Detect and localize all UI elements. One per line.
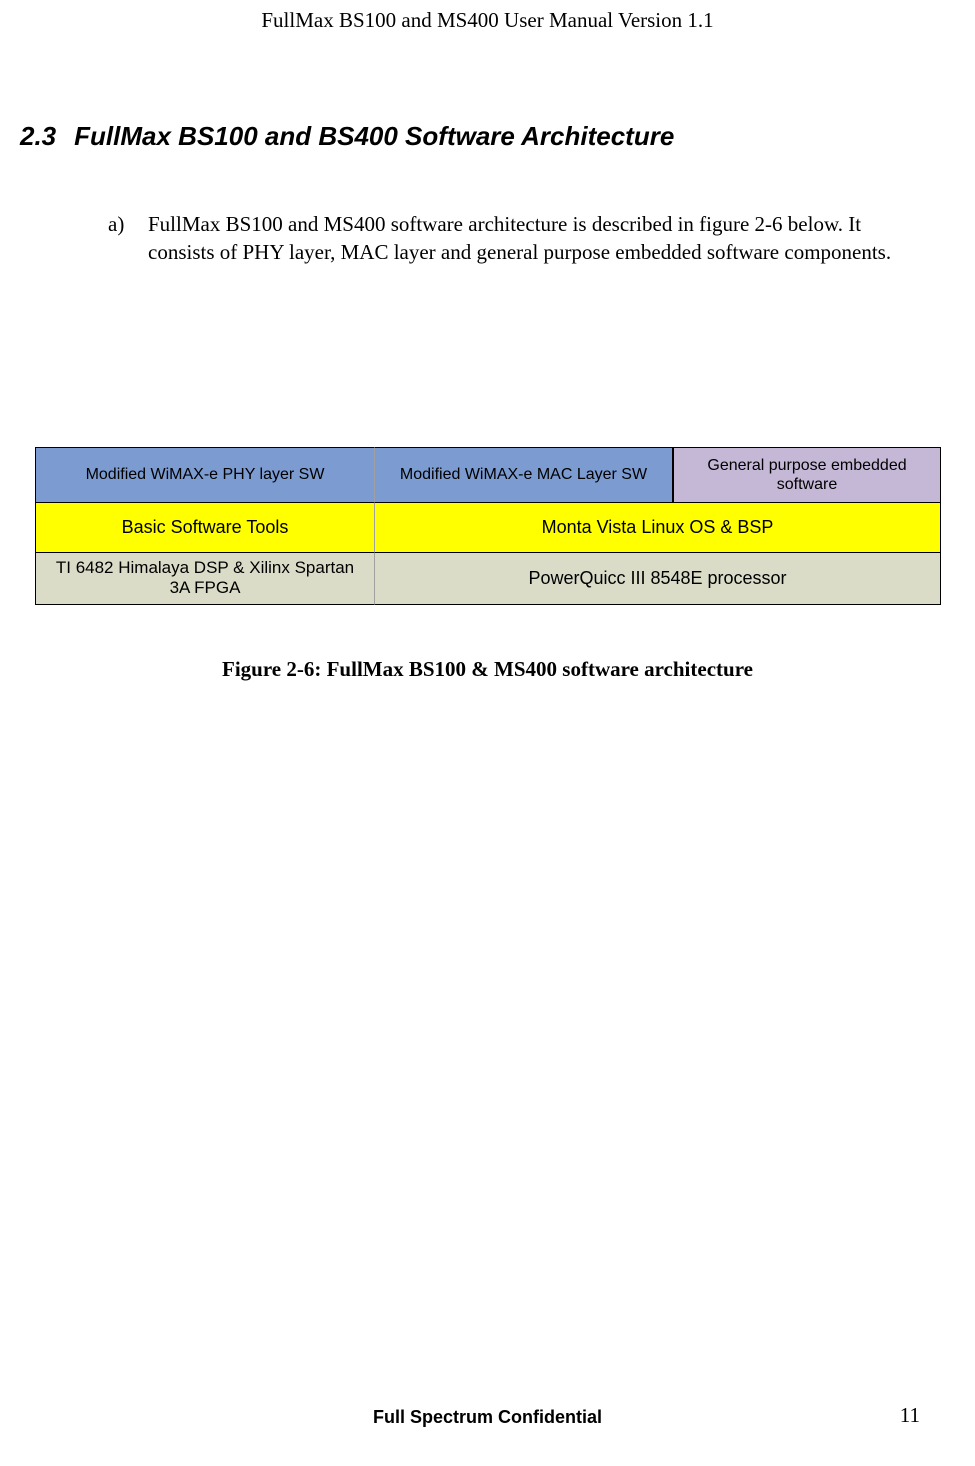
architecture-diagram: Modified WiMAX-e PHY layer SW Modified W… <box>35 447 941 605</box>
section-title: FullMax BS100 and BS400 Software Archite… <box>74 121 674 151</box>
diagram-row-3: TI 6482 Himalaya DSP & Xilinx Spartan 3A… <box>35 553 941 605</box>
paragraph-text: FullMax BS100 and MS400 software archite… <box>148 210 895 267</box>
section-heading: 2.3 FullMax BS100 and BS400 Software Arch… <box>0 121 975 152</box>
diagram-cell-processor: PowerQuicc III 8548E processor <box>375 553 941 605</box>
diagram-row-1: Modified WiMAX-e PHY layer SW Modified W… <box>35 447 941 503</box>
diagram-cell-mac: Modified WiMAX-e MAC Layer SW <box>375 447 673 503</box>
section-number: 2.3 <box>20 121 56 151</box>
page-number: 11 <box>900 1403 920 1428</box>
list-item: a) FullMax BS100 and MS400 software arch… <box>108 210 895 267</box>
figure-caption: Figure 2-6: FullMax BS100 & MS400 softwa… <box>0 657 975 682</box>
diagram-cell-dsp: TI 6482 Himalaya DSP & Xilinx Spartan 3A… <box>35 553 375 605</box>
diagram-cell-phy: Modified WiMAX-e PHY layer SW <box>35 447 375 503</box>
diagram-cell-embedded: General purpose embedded software <box>673 447 941 503</box>
diagram-cell-os: Monta Vista Linux OS & BSP <box>375 503 941 553</box>
body-content: a) FullMax BS100 and MS400 software arch… <box>0 210 975 267</box>
page-footer: Full Spectrum Confidential 11 <box>0 1407 975 1428</box>
diagram-cell-tools: Basic Software Tools <box>35 503 375 553</box>
footer-confidential: Full Spectrum Confidential <box>0 1407 975 1428</box>
page-header: FullMax BS100 and MS400 User Manual Vers… <box>0 0 975 33</box>
diagram-row-2: Basic Software Tools Monta Vista Linux O… <box>35 503 941 553</box>
header-title: FullMax BS100 and MS400 User Manual Vers… <box>261 8 713 32</box>
list-marker: a) <box>108 210 148 267</box>
